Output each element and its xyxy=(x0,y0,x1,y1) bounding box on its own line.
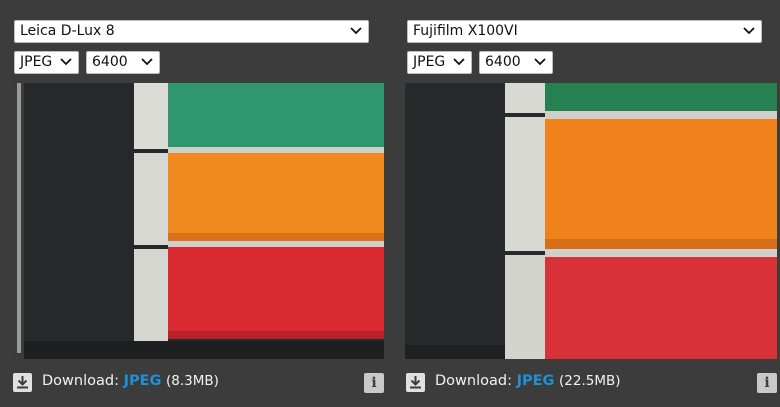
iso-select[interactable]: 6400 xyxy=(479,51,553,74)
camera-select-value: Fujifilm X100VI xyxy=(413,23,518,39)
download-row: Download: JPEG (22.5MB) i xyxy=(405,372,777,394)
left-comparison-panel: Leica D-Lux 8 JPEG 6400 Download: JPEG (… xyxy=(12,0,384,407)
chevron-down-icon xyxy=(60,58,72,66)
chevron-down-icon xyxy=(453,58,465,66)
camera-select[interactable]: Fujifilm X100VI xyxy=(407,20,762,43)
file-size: (8.3MB) xyxy=(166,373,219,389)
download-row: Download: JPEG (8.3MB) i xyxy=(12,372,384,394)
download-label: Download: xyxy=(42,373,119,389)
right-comparison-panel: Fujifilm X100VI JPEG 6400 Download: JPEG… xyxy=(405,0,777,407)
chevron-down-icon xyxy=(534,58,546,66)
info-icon[interactable]: i xyxy=(364,373,384,393)
thread-spools-crop xyxy=(12,83,384,359)
iso-select-value: 6400 xyxy=(485,54,521,70)
sample-image[interactable] xyxy=(405,83,777,359)
download-text: Download: JPEG (8.3MB) xyxy=(42,373,219,389)
format-select[interactable]: JPEG xyxy=(407,51,472,74)
download-text: Download: JPEG (22.5MB) xyxy=(435,373,621,389)
iso-select-value: 6400 xyxy=(92,54,128,70)
chevron-down-icon xyxy=(743,27,755,35)
file-size: (22.5MB) xyxy=(559,373,621,389)
camera-select[interactable]: Leica D-Lux 8 xyxy=(14,20,369,43)
format-select[interactable]: JPEG xyxy=(14,51,79,74)
download-jpeg-link[interactable]: JPEG xyxy=(124,373,162,389)
info-icon[interactable]: i xyxy=(757,373,777,393)
chevron-down-icon xyxy=(350,27,362,35)
sample-image[interactable] xyxy=(12,83,384,359)
camera-select-value: Leica D-Lux 8 xyxy=(20,23,115,39)
download-icon[interactable] xyxy=(13,373,32,392)
format-select-value: JPEG xyxy=(413,54,446,70)
thread-spools-crop xyxy=(405,83,777,359)
comparison-page: Leica D-Lux 8 JPEG 6400 Download: JPEG (… xyxy=(0,0,780,407)
download-icon[interactable] xyxy=(406,373,425,392)
download-label: Download: xyxy=(435,373,512,389)
iso-select[interactable]: 6400 xyxy=(86,51,160,74)
format-select-value: JPEG xyxy=(20,54,53,70)
download-jpeg-link[interactable]: JPEG xyxy=(517,373,555,389)
chevron-down-icon xyxy=(141,58,153,66)
